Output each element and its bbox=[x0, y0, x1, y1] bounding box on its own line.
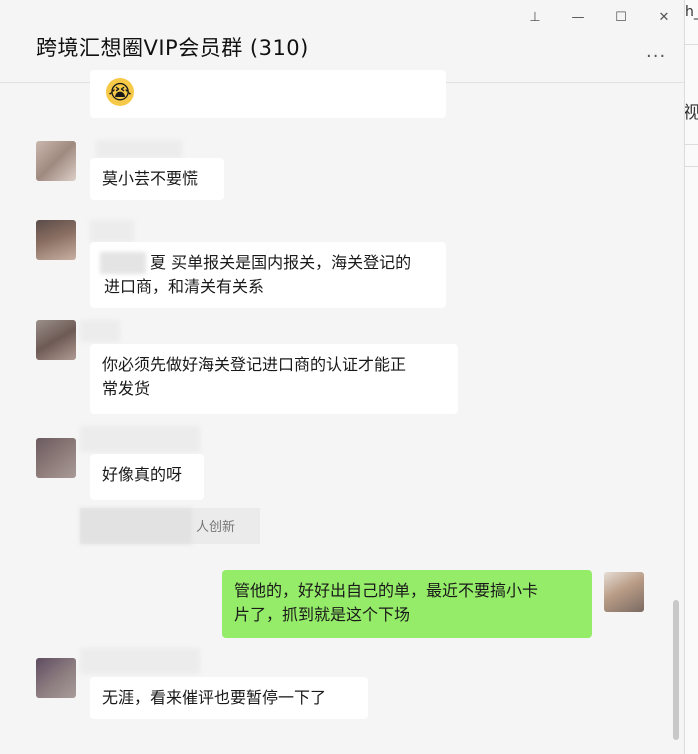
message-text-line: 管他的，好好出自己的单，最近不要搞小卡 bbox=[234, 581, 539, 600]
my-message-bubble[interactable]: 管他的，好好出自己的单，最近不要搞小卡 片了，抓到就是这个下场 bbox=[222, 570, 592, 638]
avatar[interactable] bbox=[36, 438, 76, 478]
blurred-sender-name bbox=[90, 220, 134, 242]
message-text: 莫小芸不要慌 bbox=[102, 169, 199, 188]
message-text-line: 夏 买单报关是国内报关，海关登记的 bbox=[150, 253, 412, 272]
blurred-sender-name bbox=[80, 426, 200, 452]
divider bbox=[685, 166, 698, 167]
avatar[interactable] bbox=[36, 141, 76, 181]
avatar[interactable] bbox=[36, 320, 76, 360]
scrollbar[interactable] bbox=[673, 600, 679, 740]
avatar[interactable] bbox=[36, 658, 76, 698]
blurred-sender-name bbox=[96, 140, 182, 158]
my-avatar[interactable] bbox=[604, 572, 644, 612]
blurred-mention bbox=[100, 252, 146, 274]
pin-icon[interactable]: ⊥ bbox=[525, 10, 545, 25]
message-bubble[interactable]: 好像真的呀 bbox=[90, 454, 204, 500]
message-text-line: 进口商，和清关有关系 bbox=[104, 277, 265, 296]
message-text-line: 你必须先做好海关登记进口商的认证才能正 bbox=[102, 355, 407, 374]
avatar[interactable] bbox=[36, 220, 76, 260]
maximize-icon[interactable]: ☐ bbox=[611, 10, 631, 25]
system-notice-text: 人创新 bbox=[196, 520, 236, 535]
message-bubble[interactable] bbox=[90, 70, 446, 118]
message-text-line: 常发货 bbox=[102, 379, 151, 398]
background-window-edge: h_ 视 bbox=[685, 0, 698, 754]
minimize-icon[interactable]: — bbox=[568, 10, 588, 25]
background-text: 视 bbox=[685, 103, 698, 123]
message-bubble[interactable]: 你必须先做好海关登记进口商的认证才能正 常发货 bbox=[90, 344, 458, 414]
more-options-icon[interactable]: ··· bbox=[646, 46, 666, 67]
background-text: h_ bbox=[685, 4, 698, 20]
chat-title: 跨境汇想圈VIP会员群 (310) bbox=[36, 36, 309, 60]
message-text: 无涯，看来催评也要暂停一下了 bbox=[102, 688, 327, 707]
system-notice: 人创新 bbox=[80, 508, 260, 544]
close-icon[interactable]: ✕ bbox=[654, 10, 674, 25]
blurred-sender-name bbox=[80, 648, 200, 674]
message-text-line: 片了，抓到就是这个下场 bbox=[234, 605, 411, 624]
crying-emoji-icon: 😭 bbox=[106, 78, 134, 106]
message-bubble[interactable]: 无涯，看来催评也要暂停一下了 bbox=[90, 677, 368, 719]
blurred-notice-name bbox=[80, 508, 192, 544]
message-bubble[interactable]: 莫小芸不要慌 bbox=[90, 158, 224, 200]
blurred-sender-name bbox=[80, 320, 120, 342]
divider bbox=[685, 144, 698, 145]
chat-window: 跨境汇想圈VIP会员群 (310) ⊥ — ☐ ✕ ··· 😭 莫小芸不要慌 夏… bbox=[0, 0, 685, 754]
divider bbox=[685, 44, 698, 45]
message-text: 好像真的呀 bbox=[102, 465, 183, 484]
